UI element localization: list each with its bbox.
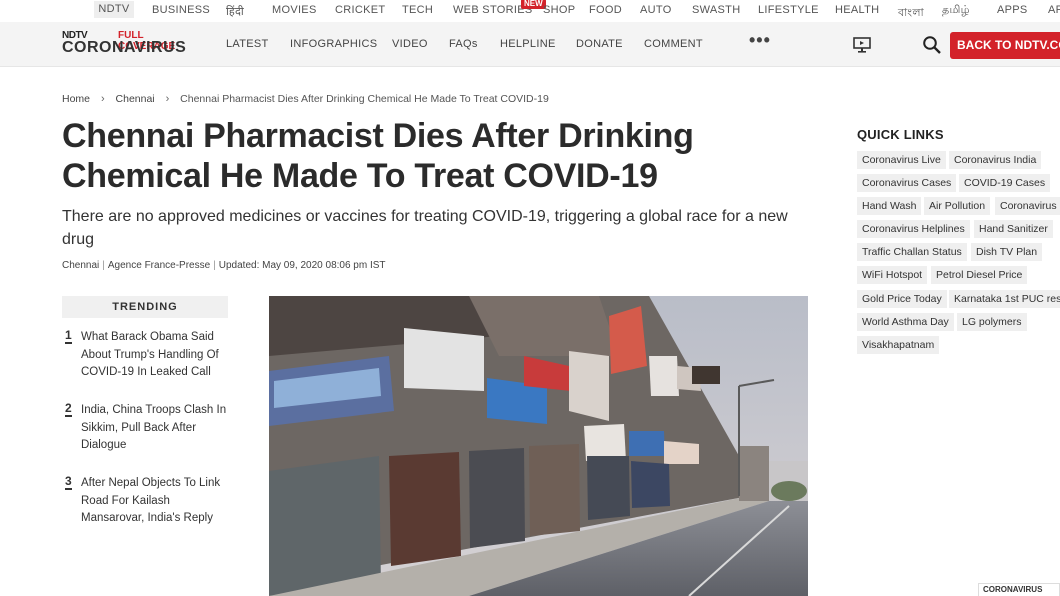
trending-link[interactable]: India, China Troops Clash In Sikkim, Pul…	[81, 402, 231, 455]
quick-link[interactable]: LG polymers	[957, 313, 1027, 331]
nav-food[interactable]: FOOD	[589, 4, 622, 16]
monitor-icon[interactable]	[853, 37, 871, 53]
floating-coronavirus-logo[interactable]: CORONAVIRUS	[978, 583, 1060, 596]
subnav-donate[interactable]: DONATE	[576, 38, 623, 50]
trending-number: 3	[65, 474, 72, 490]
trending-link[interactable]: What Barack Obama Said About Trump's Han…	[81, 329, 231, 382]
breadcrumb-current: Chennai Pharmacist Dies After Drinking C…	[180, 93, 549, 105]
byline-updated: Updated: May 09, 2020 08:06 pm IST	[218, 260, 386, 271]
quick-link[interactable]: World Asthma Day	[857, 313, 954, 331]
trending-panel: TRENDING 1 What Barack Obama Said About …	[62, 296, 228, 524]
nav-business[interactable]: BUSINESS	[152, 4, 210, 16]
article-hero-image	[269, 296, 808, 596]
article-headline: Chennai Pharmacist Dies After Drinking C…	[62, 117, 694, 195]
nav-health[interactable]: HEALTH	[835, 4, 879, 16]
quick-link[interactable]: Karnataka 1st PUC res	[949, 290, 1060, 308]
nav-cricket[interactable]: CRICKET	[335, 4, 385, 16]
street-photo	[269, 296, 808, 596]
chevron-right-icon: ›	[165, 93, 170, 105]
nav-movies[interactable]: MOVIES	[272, 4, 317, 16]
quick-link[interactable]: Hand Wash	[857, 197, 922, 215]
section-header: NDTV FULL COVERAGE CORONAVIRUS LATEST IN…	[0, 22, 1060, 67]
coronavirus-logo[interactable]: NDTV FULL COVERAGE CORONAVIRUS	[62, 30, 202, 60]
quick-link[interactable]: WiFi Hotspot	[857, 266, 928, 284]
quick-link[interactable]: Coronavirus Cases	[857, 174, 957, 192]
quick-link[interactable]: Dish TV Plan	[971, 243, 1043, 261]
nav-shop[interactable]: SHOP	[543, 4, 575, 16]
quick-link[interactable]: Visakhapatnam	[857, 336, 940, 354]
quick-link[interactable]: Hand Sanitizer	[974, 220, 1053, 238]
subnav-comment[interactable]: COMMENT	[644, 38, 703, 50]
trending-number: 1	[65, 328, 72, 344]
logo-coronavirus: CORONAVIRUS	[62, 39, 187, 56]
trending-title: TRENDING	[62, 296, 228, 318]
subnav-helpline[interactable]: HELPLINE	[500, 38, 556, 50]
nav-swasth[interactable]: SWASTH	[692, 4, 740, 16]
quick-link[interactable]: Gold Price Today	[857, 290, 947, 308]
byline-separator: |	[213, 260, 216, 271]
quick-link[interactable]: Traffic Challan Status	[857, 243, 967, 261]
subnav-video[interactable]: VIDEO	[392, 38, 428, 50]
quick-link[interactable]: Coronavirus India	[949, 151, 1042, 169]
subnav-infographics[interactable]: INFOGRAPHICS	[290, 38, 377, 50]
quick-link[interactable]: Air Pollution	[924, 197, 991, 215]
byline-location[interactable]: Chennai	[62, 260, 99, 271]
more-menu-icon[interactable]: •••	[749, 30, 771, 51]
byline-agency[interactable]: Agence France-Presse	[108, 260, 210, 271]
breadcrumb: Home › Chennai › Chennai Pharmacist Dies…	[62, 93, 549, 105]
quick-links-title: QUICK LINKS	[857, 127, 944, 142]
breadcrumb-home[interactable]: Home	[62, 93, 90, 105]
back-to-ndtv-button[interactable]: BACK TO NDTV.COM	[950, 32, 1060, 59]
subnav-latest[interactable]: LATEST	[226, 38, 269, 50]
byline-separator: |	[102, 260, 105, 271]
nav-ar[interactable]: AR	[1048, 4, 1060, 16]
subnav-faqs[interactable]: FAQs	[449, 38, 478, 50]
top-nav: NDTV BUSINESS हिंदी MOVIES CRICKET TECH …	[0, 0, 1060, 20]
new-badge: NEW	[521, 0, 546, 9]
nav-bangla[interactable]: বাংলা	[898, 4, 924, 23]
quick-link[interactable]: Petrol Diesel Price	[931, 266, 1028, 284]
nav-hindi[interactable]: हिंदी	[226, 4, 244, 19]
quick-link[interactable]: Coronavirus	[995, 197, 1060, 215]
chevron-right-icon: ›	[100, 93, 105, 105]
nav-auto[interactable]: AUTO	[640, 4, 672, 16]
quick-link[interactable]: COVID-19 Cases	[959, 174, 1051, 192]
nav-tamil[interactable]: தமிழ்	[942, 4, 970, 18]
nav-apps[interactable]: APPS	[997, 4, 1028, 16]
quick-link[interactable]: Coronavirus Live	[857, 151, 946, 169]
article-summary: There are no approved medicines or vacci…	[62, 208, 788, 248]
nav-ndtv[interactable]: NDTV	[94, 1, 134, 18]
trending-link[interactable]: After Nepal Objects To Link Road For Kai…	[81, 475, 231, 528]
quick-link[interactable]: Coronavirus Helplines	[857, 220, 970, 238]
nav-tech[interactable]: TECH	[402, 4, 433, 16]
breadcrumb-chennai[interactable]: Chennai	[116, 93, 155, 105]
search-icon[interactable]	[922, 35, 942, 55]
nav-lifestyle[interactable]: LIFESTYLE	[758, 4, 819, 16]
trending-number: 2	[65, 401, 72, 417]
article-byline: Chennai | Agence France-Presse | Updated: Ma…	[62, 260, 386, 271]
